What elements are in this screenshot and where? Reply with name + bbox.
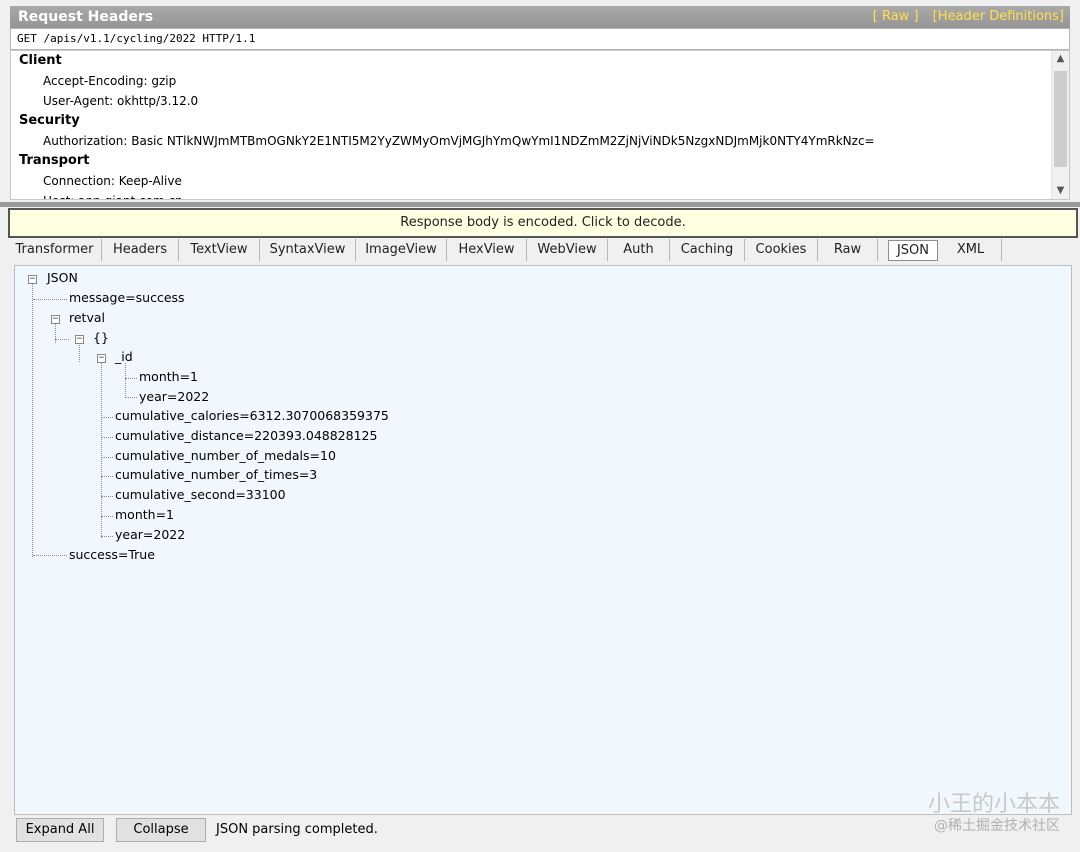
header-user-agent[interactable]: User-Agent: okhttp/3.12.0 bbox=[11, 91, 1069, 111]
tab-transformer[interactable]: Transformer bbox=[8, 239, 102, 261]
tab-hexview[interactable]: HexView bbox=[447, 239, 527, 261]
tab-raw[interactable]: Raw bbox=[818, 239, 878, 261]
header-group-transport[interactable]: Transport bbox=[11, 151, 1069, 171]
tree-node-id-year[interactable]: year=2022 bbox=[139, 388, 209, 406]
tree-node-root[interactable]: JSON bbox=[47, 269, 78, 287]
tree-line bbox=[101, 536, 113, 537]
header-connection[interactable]: Connection: Keep-Alive bbox=[11, 171, 1069, 191]
header-links: [ Raw ] [Header Definitions] bbox=[863, 6, 1064, 28]
collapse-icon[interactable]: − bbox=[75, 335, 84, 344]
tree-node-cumulative-distance[interactable]: cumulative_distance=220393.048828125 bbox=[115, 427, 377, 445]
tree-line bbox=[101, 516, 113, 517]
tree-node-cumulative-times[interactable]: cumulative_number_of_times=3 bbox=[115, 466, 317, 484]
scroll-up-icon[interactable]: ▲ bbox=[1052, 51, 1069, 67]
status-text: JSON parsing completed. bbox=[216, 822, 378, 837]
headers-scrollbar[interactable]: ▲ ▼ bbox=[1051, 51, 1069, 199]
tree-line bbox=[33, 555, 67, 556]
tree-line bbox=[55, 323, 56, 343]
tree-line bbox=[125, 397, 137, 398]
tree-line bbox=[101, 457, 113, 458]
collapse-icon[interactable]: − bbox=[97, 354, 106, 363]
json-tree[interactable]: − − − − JSON message=success retval {} _… bbox=[14, 265, 1072, 815]
watermark-subtitle: @稀土掘金技术社区 bbox=[934, 818, 1060, 834]
tab-syntaxview[interactable]: SyntaxView bbox=[260, 239, 356, 261]
tree-node-retval[interactable]: retval bbox=[69, 309, 105, 327]
tree-node-cumulative-calories[interactable]: cumulative_calories=6312.3070068359375 bbox=[115, 407, 389, 425]
tree-line bbox=[101, 363, 102, 538]
tree-node-message[interactable]: message=success bbox=[69, 289, 185, 307]
tab-imageview[interactable]: ImageView bbox=[356, 239, 447, 261]
expand-all-button[interactable]: Expand All bbox=[16, 818, 104, 842]
tree-node-id[interactable]: _id bbox=[115, 348, 133, 366]
request-headers-bar: Request Headers [ Raw ] [Header Definiti… bbox=[10, 6, 1070, 28]
tab-auth[interactable]: Auth bbox=[608, 239, 670, 261]
header-group-security[interactable]: Security bbox=[11, 111, 1069, 131]
tree-line bbox=[101, 437, 113, 438]
request-line: GET /apis/v1.1/cycling/2022 HTTP/1.1 bbox=[10, 28, 1070, 50]
tree-line bbox=[101, 417, 113, 418]
collapse-icon[interactable]: − bbox=[51, 315, 60, 324]
header-accept-encoding[interactable]: Accept-Encoding: gzip bbox=[11, 71, 1069, 91]
scroll-down-icon[interactable]: ▼ bbox=[1052, 183, 1069, 199]
scroll-thumb[interactable] bbox=[1054, 71, 1067, 167]
tree-node-cumulative-medals[interactable]: cumulative_number_of_medals=10 bbox=[115, 447, 336, 465]
tree-line bbox=[125, 378, 137, 379]
header-authorization[interactable]: Authorization: Basic NTlkNWJmMTBmOGNkY2E… bbox=[11, 131, 1069, 151]
tree-node-id-month[interactable]: month=1 bbox=[139, 368, 198, 386]
header-group-client[interactable]: Client bbox=[11, 51, 1069, 71]
headers-panel[interactable]: Client Accept-Encoding: gzip User-Agent:… bbox=[10, 50, 1070, 200]
panel-splitter[interactable] bbox=[0, 202, 1080, 207]
tree-line bbox=[125, 363, 126, 398]
tree-node-month[interactable]: month=1 bbox=[115, 506, 174, 524]
tree-line bbox=[32, 284, 33, 557]
tab-headers[interactable]: Headers bbox=[102, 239, 179, 261]
tree-line bbox=[101, 476, 113, 477]
tab-json[interactable]: JSON bbox=[888, 240, 938, 261]
tree-line bbox=[55, 339, 69, 340]
tree-node-year[interactable]: year=2022 bbox=[115, 526, 185, 544]
tree-line bbox=[79, 343, 80, 362]
tree-node-success[interactable]: success=True bbox=[69, 546, 155, 564]
decode-banner[interactable]: Response body is encoded. Click to decod… bbox=[8, 208, 1078, 238]
tree-node-object[interactable]: {} bbox=[93, 329, 109, 347]
header-host[interactable]: Host: app.giant.com.cn bbox=[11, 191, 1069, 199]
tab-cookies[interactable]: Cookies bbox=[745, 239, 818, 261]
header-definitions-link[interactable]: [Header Definitions] bbox=[933, 9, 1064, 24]
collapse-button[interactable]: Collapse bbox=[116, 818, 206, 842]
watermark: 小王的小本本 @稀土掘金技术社区 bbox=[928, 792, 1060, 834]
tree-line bbox=[33, 299, 67, 300]
tree-line bbox=[101, 496, 113, 497]
tree-node-cumulative-second[interactable]: cumulative_second=33100 bbox=[115, 486, 286, 504]
watermark-title: 小王的小本本 bbox=[927, 792, 1060, 817]
collapse-icon[interactable]: − bbox=[28, 275, 37, 284]
raw-link[interactable]: [ Raw ] bbox=[873, 9, 919, 24]
response-tabs: Transformer Headers TextView SyntaxView … bbox=[8, 239, 1070, 263]
request-headers-title: Request Headers bbox=[18, 9, 154, 25]
tab-caching[interactable]: Caching bbox=[670, 239, 745, 261]
tab-xml[interactable]: XML bbox=[940, 239, 1002, 261]
tab-textview[interactable]: TextView bbox=[179, 239, 260, 261]
tab-webview[interactable]: WebView bbox=[527, 239, 608, 261]
